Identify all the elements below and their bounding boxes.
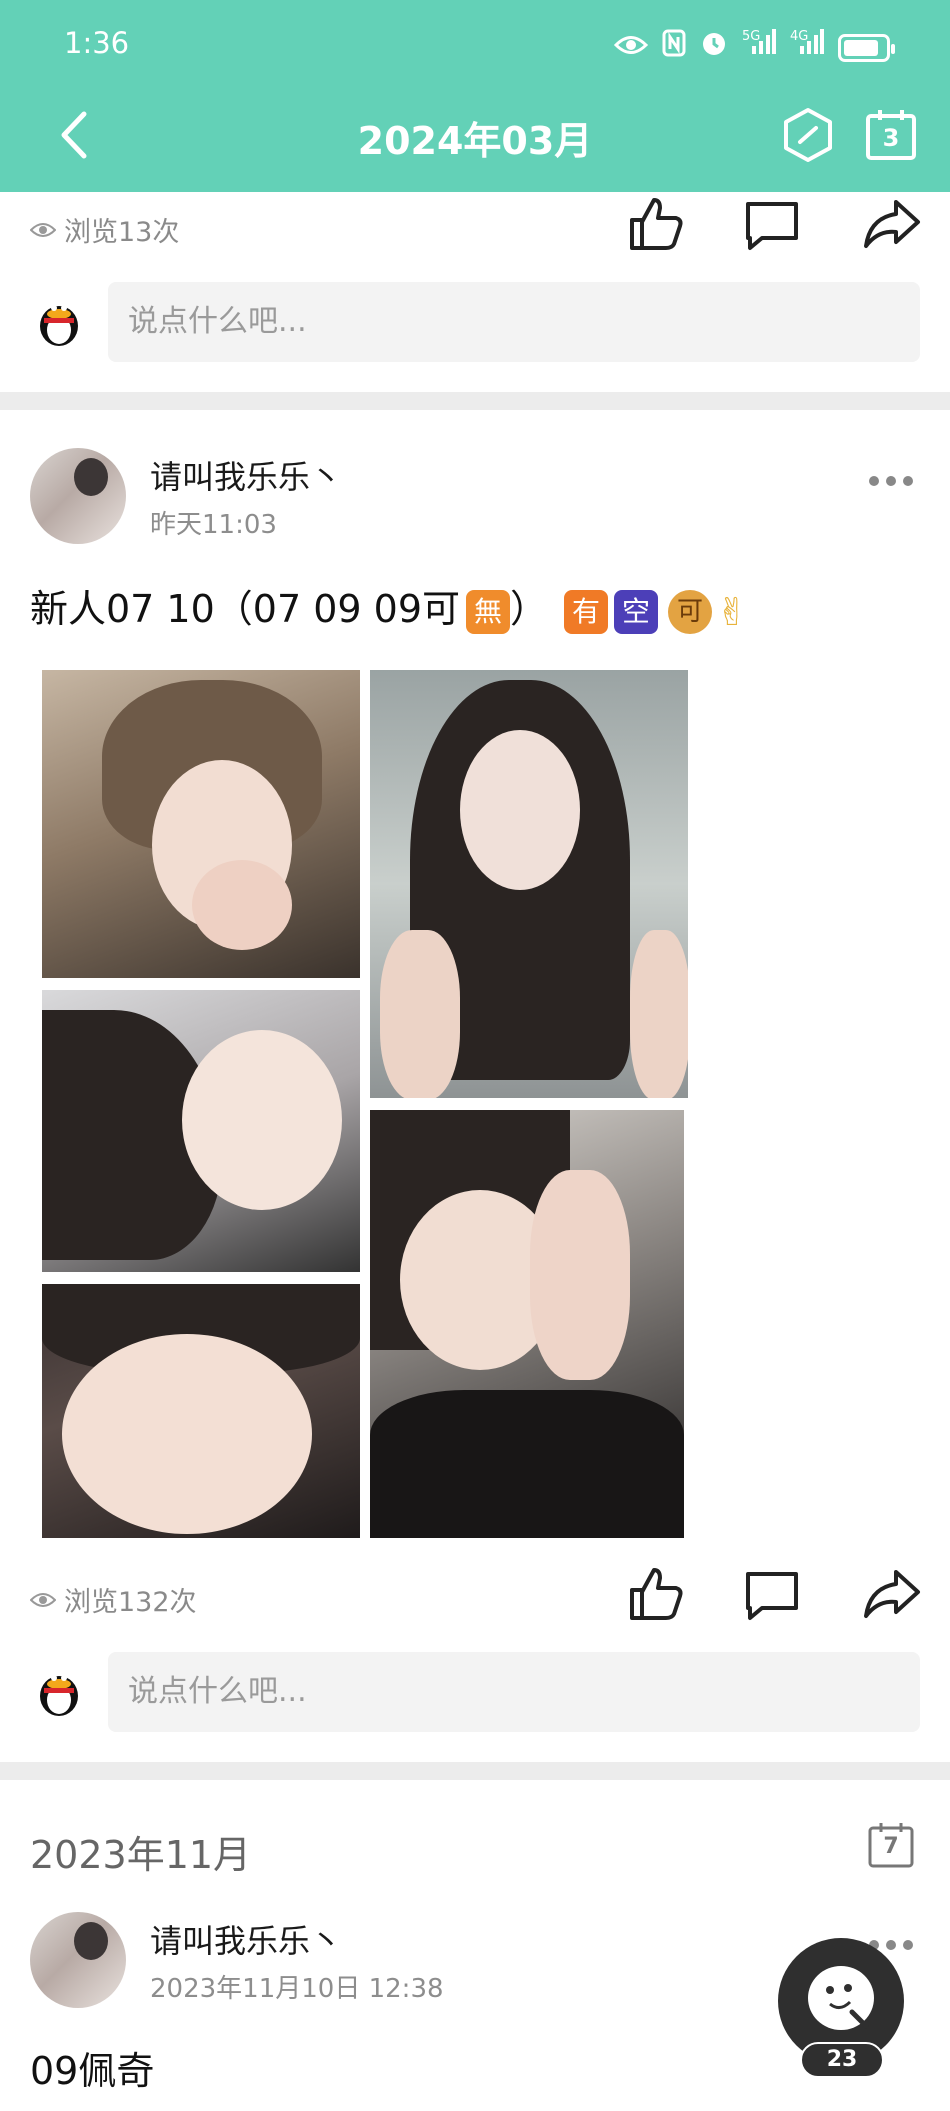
- user-name[interactable]: 请叫我乐乐丶: [150, 452, 342, 498]
- victory-emoji: ✌: [716, 589, 748, 634]
- qq-penguin-icon: [36, 296, 82, 348]
- avatar[interactable]: [30, 1912, 126, 2008]
- post-photo-3[interactable]: [42, 990, 360, 1272]
- post-text: 09佩奇: [30, 2049, 155, 2093]
- view-count-label: 浏览132次: [64, 1587, 197, 1618]
- comment-input[interactable]: 说点什么吧...: [108, 282, 920, 362]
- post-divider: [0, 392, 950, 410]
- post-photo-5[interactable]: [42, 1284, 360, 1538]
- tag-button[interactable]: [780, 106, 836, 164]
- more-button[interactable]: [868, 1936, 914, 1950]
- post-text-main: 新人07 10（07 09 09可: [30, 587, 461, 631]
- view-count: 浏览13次: [30, 210, 179, 249]
- smiley-icon: [808, 1966, 874, 2030]
- section-divider: [0, 1762, 950, 1780]
- share-icon: [864, 1570, 920, 1618]
- post-photo-1[interactable]: [42, 670, 360, 978]
- battery-icon: [838, 33, 895, 62]
- calendar-day: 3: [882, 124, 900, 152]
- post-time: 昨天11:03: [150, 510, 277, 540]
- emoji-kong: 空: [614, 589, 659, 634]
- app-header: 1:36 5G 4G 2024年03月 3: [0, 0, 950, 192]
- status-icons: 5G 4G: [613, 28, 895, 67]
- share-button[interactable]: [862, 194, 922, 254]
- view-count: 浏览132次: [30, 1580, 197, 1619]
- like-button[interactable]: [626, 1564, 686, 1624]
- post-text: 新人07 10（07 09 09可無） 有空可 ✌: [30, 578, 748, 634]
- like-button[interactable]: [626, 194, 686, 254]
- post-photo-4[interactable]: [370, 1110, 684, 1538]
- status-time: 1:36: [64, 26, 130, 60]
- post-time: 2023年11月10日 12:38: [150, 1974, 444, 2004]
- thumbs-up-icon: [630, 1568, 683, 1620]
- post-text-close: ）: [510, 587, 549, 631]
- share-button[interactable]: [862, 1564, 922, 1624]
- nfc-icon: [662, 29, 686, 66]
- emoji-ke: 可: [668, 589, 713, 634]
- nav-bar: 2024年03月 3: [0, 100, 950, 170]
- more-dots-icon: [869, 476, 913, 486]
- emoji-wu: 無: [466, 589, 511, 634]
- qq-penguin-icon: [36, 1666, 82, 1718]
- comment-placeholder: 说点什么吧...: [128, 1674, 307, 1709]
- view-count-label: 浏览13次: [64, 217, 180, 248]
- eye-icon: [30, 222, 56, 237]
- comment-icon: [746, 1572, 798, 1620]
- section-calendar-button[interactable]: 7: [866, 1820, 916, 1870]
- post-photo-2[interactable]: [370, 670, 688, 1098]
- signal-5g-icon: 5G: [742, 28, 776, 67]
- alarm-icon: [700, 29, 728, 66]
- user-name[interactable]: 请叫我乐乐丶: [150, 1916, 342, 1962]
- eye-icon: [30, 1592, 56, 1607]
- section-month: 2023年11月: [30, 1833, 252, 1877]
- avatar[interactable]: [30, 448, 126, 544]
- emoji-you: 有: [564, 589, 609, 634]
- comment-button[interactable]: [742, 194, 802, 254]
- share-icon: [864, 200, 920, 248]
- signal-4g-icon: 4G: [790, 28, 824, 67]
- more-button[interactable]: [868, 472, 914, 486]
- eye-status-icon: [613, 31, 649, 65]
- calendar-button[interactable]: 3: [862, 106, 920, 164]
- hexagon-icon: [784, 108, 832, 162]
- status-bar: 1:36 5G 4G: [0, 0, 950, 90]
- comment-input[interactable]: 说点什么吧...: [108, 1652, 920, 1732]
- fab-badge: 23: [800, 2042, 884, 2078]
- comment-placeholder: 说点什么吧...: [128, 304, 307, 339]
- comment-button[interactable]: [742, 1564, 802, 1624]
- comment-icon: [746, 202, 798, 250]
- thumbs-up-icon: [630, 198, 683, 250]
- section-calendar-day: 7: [883, 1834, 899, 1859]
